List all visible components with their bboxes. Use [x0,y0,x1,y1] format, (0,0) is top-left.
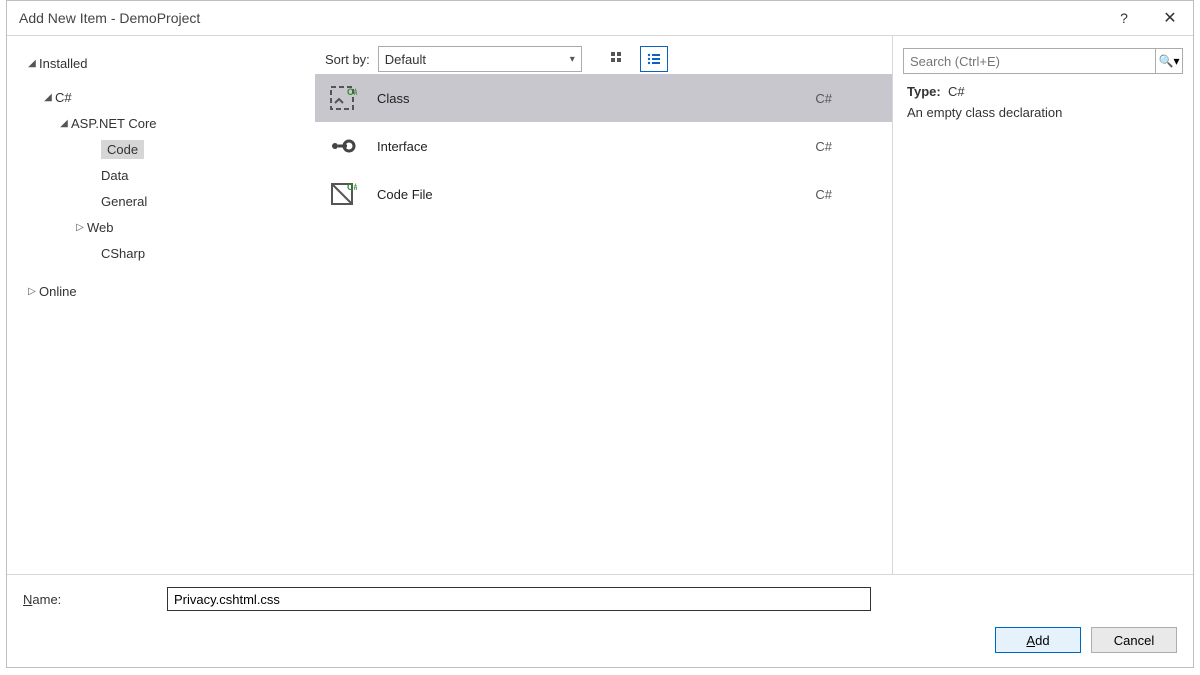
tree-item-online[interactable]: ▷ Online [25,278,315,304]
details-body: Type: C# An empty class declaration [893,80,1193,124]
close-button[interactable]: ✕ [1147,1,1193,35]
chevron-right-icon: ▷ [25,286,39,297]
tree-item-csharp[interactable]: ◢ C# [25,84,315,110]
button-bar: Add Cancel [23,627,1177,653]
dialog-body: ◢ Installed ◢ C# ◢ ASP.NET Core Code Dat… [7,35,1193,574]
tree-item-label: Code [101,140,144,159]
tree-item-web[interactable]: ▷ Web [25,214,315,240]
template-item-class[interactable]: C# Class C# [315,74,892,122]
template-toolbar: Sort by: Default ▾ [315,36,892,74]
list-view-button[interactable] [640,46,668,72]
add-button[interactable]: Add [995,627,1081,653]
code-file-icon: C# [325,177,359,211]
template-item-label: Code File [377,187,815,202]
add-new-item-dialog: Add New Item - DemoProject ? ✕ ◢ Install… [6,0,1194,668]
tree-item-label: ASP.NET Core [71,116,157,131]
tree-item-aspnet-core[interactable]: ◢ ASP.NET Core [25,110,315,136]
dialog-footer: Name: Add Cancel [7,574,1193,667]
tree-item-data[interactable]: Data [25,162,315,188]
template-item-lang: C# [815,91,872,106]
template-item-code-file[interactable]: C# Code File C# [315,170,892,218]
search-field[interactable]: 🔍▾ [903,48,1183,74]
template-item-interface[interactable]: Interface C# [315,122,892,170]
tree-item-general[interactable]: General [25,188,315,214]
grid-icon [610,51,626,67]
cancel-button[interactable]: Cancel [1091,627,1177,653]
chevron-down-icon: ▾ [570,54,575,65]
type-value: C# [948,84,965,99]
help-button[interactable]: ? [1101,1,1147,35]
chevron-down-icon: ◢ [57,118,71,129]
title-bar: Add New Item - DemoProject ? ✕ [7,1,1193,35]
template-item-label: Interface [377,139,815,154]
tree-item-label: Installed [39,56,87,71]
template-item-label: Class [377,91,815,106]
search-wrap: 🔍▾ [893,36,1193,80]
search-input[interactable] [904,54,1155,69]
tree-item-csharp-sub[interactable]: CSharp [25,240,315,266]
type-label: Type: [907,84,941,99]
class-icon: C# [325,81,359,115]
tree-item-label: Online [39,284,77,299]
tree-item-label: CSharp [101,246,145,261]
chevron-right-icon: ▷ [73,222,87,233]
tree-item-label: C# [55,90,72,105]
window-title: Add New Item - DemoProject [19,10,1101,26]
search-icon: 🔍▾ [1159,54,1180,68]
template-list: C# Class C# Interfac [315,74,892,574]
svg-text:C#: C# [347,87,357,97]
sort-by-label: Sort by: [325,52,370,67]
tree-item-label: Data [101,168,128,183]
name-label: Name: [23,592,167,607]
sort-value: Default [385,52,426,67]
tree-item-installed[interactable]: ◢ Installed [25,50,315,76]
interface-icon [325,129,359,163]
type-line: Type: C# [907,84,1179,99]
svg-text:C#: C# [347,182,357,192]
details-panel: 🔍▾ Type: C# An empty class declaration [892,36,1193,574]
template-description: An empty class declaration [907,105,1179,120]
template-item-lang: C# [815,187,872,202]
tree-item-label: General [101,194,147,209]
grid-view-button[interactable] [604,46,632,72]
chevron-down-icon: ◢ [25,58,39,69]
list-icon [646,51,662,67]
category-tree: ◢ Installed ◢ C# ◢ ASP.NET Core Code Dat… [7,36,315,574]
template-panel: Sort by: Default ▾ [315,36,892,574]
chevron-down-icon: ◢ [41,92,55,103]
search-button[interactable]: 🔍▾ [1155,49,1182,73]
tree-item-code[interactable]: Code [25,136,315,162]
tree-item-label: Web [87,220,114,235]
name-row: Name: [23,587,1177,611]
name-input[interactable] [167,587,871,611]
template-item-lang: C# [815,139,872,154]
sort-dropdown[interactable]: Default ▾ [378,46,582,72]
